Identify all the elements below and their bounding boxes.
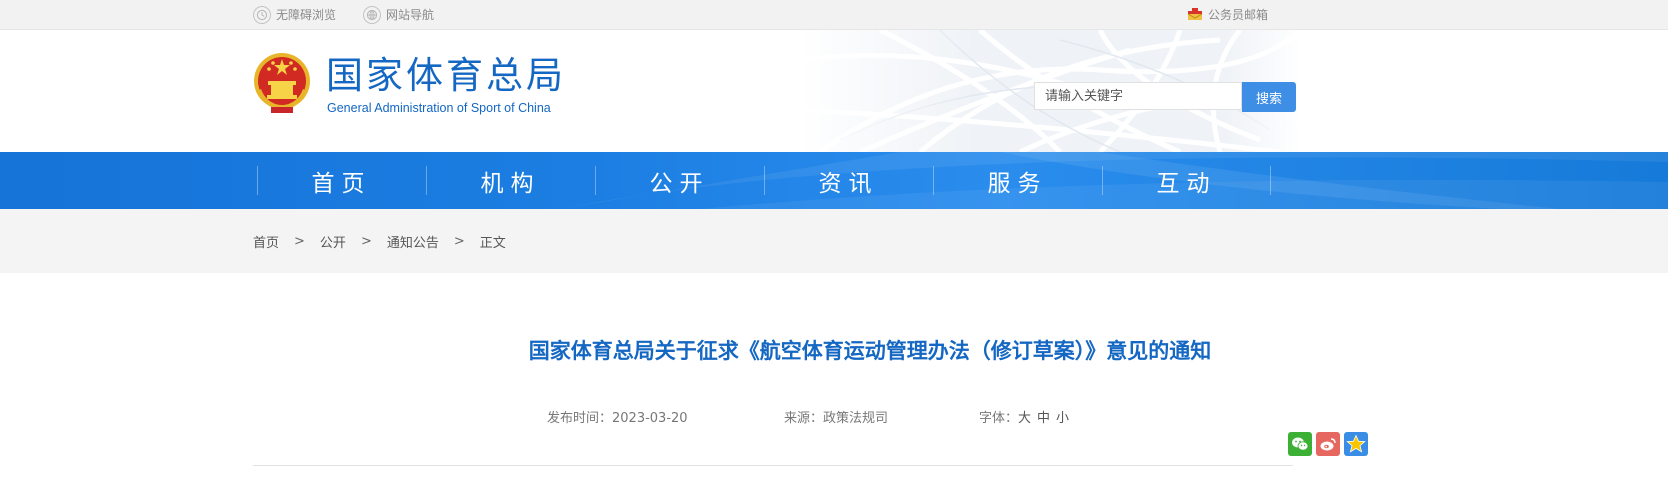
article-title-row: 国家体育总局关于征求《航空体育运动管理办法（修订草案）》意见的通知 [0,335,1668,365]
breadcrumb-separator: > [294,233,305,249]
accessibility-label: 无障碍浏览 [276,8,337,22]
nav-item-public[interactable]: 公开 [595,152,764,209]
site-nav-link[interactable]: 网站导航 [363,0,434,29]
breadcrumb-notices[interactable]: 通知公告 [387,232,439,251]
article-source: 来源：政策法规司 [784,407,888,426]
main-nav: 首页 机构 公开 资讯 服务 互动 [0,152,1668,209]
search-button[interactable]: 搜索 [1242,82,1296,112]
logo-chinese-name[interactable]: 国家体育总局 [326,54,566,98]
nav-item-news[interactable]: 资讯 [764,152,933,209]
source-label: 来源： [784,411,824,426]
breadcrumb-separator: > [453,233,465,249]
breadcrumb-current: 正文 [479,235,506,251]
wechat-icon [1292,437,1309,451]
site-header: 国家体育总局 General Administration of Sport o… [0,30,1668,152]
breadcrumb-bar: 首页 > 公开 > 通知公告 > 正文 [0,209,1668,273]
accessibility-link[interactable]: 无障碍浏览 [253,0,336,29]
font-size-medium[interactable]: 中 [1037,411,1050,426]
site-nav-icon [363,5,381,24]
site-nav-label: 网站导航 [386,8,435,22]
national-emblem-icon [254,53,310,113]
logo-english-name[interactable]: General Administration of Sport of China [327,101,551,115]
nav-item-label: 公开 [649,170,710,197]
staff-mail-link[interactable]: 公务员邮箱 [1187,0,1268,29]
accessibility-icon [253,5,271,24]
search-input[interactable] [1034,82,1242,110]
font-size-label: 字体： [979,411,1019,426]
breadcrumb: 首页 > 公开 > 通知公告 > 正文 [253,209,1293,273]
nav-item-interaction[interactable]: 互动 [1102,152,1271,209]
breadcrumb-separator: > [360,233,372,249]
share-weibo-button[interactable] [1316,432,1340,456]
nav-item-label: 资讯 [818,170,879,197]
publish-date-value: 2023-03-20 [612,411,688,426]
source-value: 政策法规司 [823,411,889,426]
nav-item-label: 服务 [987,170,1048,197]
breadcrumb-home[interactable]: 首页 [253,232,279,251]
article-title: 国家体育总局关于征求《航空体育运动管理办法（修订草案）》意见的通知 [528,339,1212,363]
nav-item-label: 机构 [480,170,541,197]
font-size-small[interactable]: 小 [1056,411,1069,426]
share-wechat-button[interactable] [1288,432,1312,456]
font-size-large[interactable]: 大 [1018,411,1031,426]
top-utility-bar: 无障碍浏览 网站导航 公务员邮箱 [0,0,1668,30]
share-qzone-button[interactable] [1344,432,1368,456]
qzone-icon [1346,434,1366,453]
breadcrumb-public[interactable]: 公开 [320,232,346,251]
article-header-divider [253,465,1293,466]
nav-item-services[interactable]: 服务 [933,152,1102,209]
publish-date-label: 发布时间： [547,411,613,426]
publish-date: 发布时间：2023-03-20 [547,407,688,426]
font-size-selector: 字体：大中小 [979,407,1069,426]
staff-mail-label: 公务员邮箱 [1208,8,1269,22]
nav-item-label: 首页 [311,170,372,197]
mail-icon [1187,8,1203,21]
weibo-icon [1320,438,1336,451]
nav-item-organization[interactable]: 机构 [426,152,595,209]
nav-item-label: 互动 [1156,170,1217,197]
nav-item-home[interactable]: 首页 [257,152,426,209]
